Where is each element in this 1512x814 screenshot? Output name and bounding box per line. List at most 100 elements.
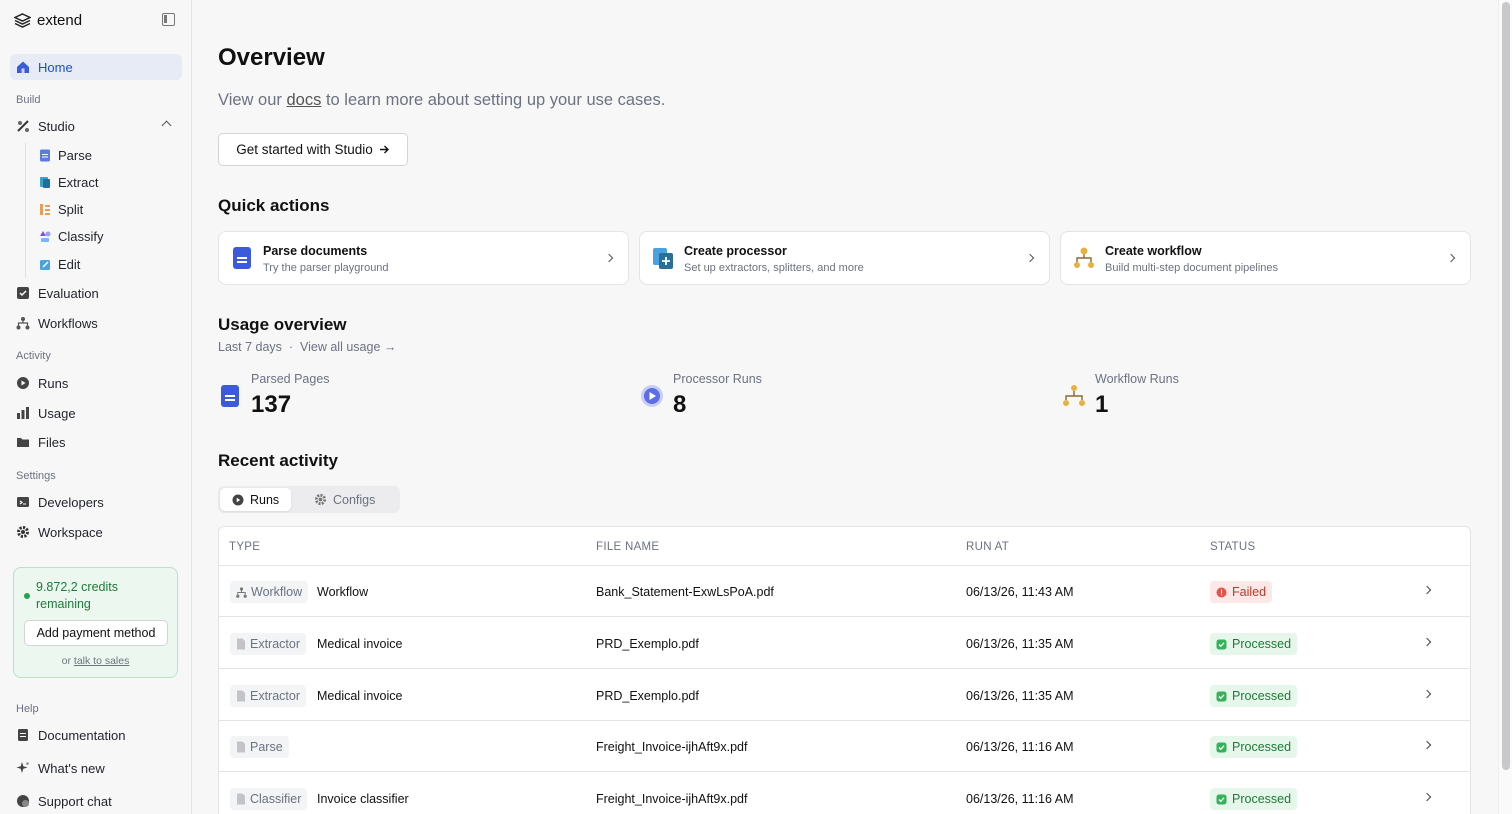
view-all-usage-link[interactable]: View all usage →	[300, 340, 396, 354]
status-label: Processed	[1232, 689, 1292, 703]
status-label: Failed	[1232, 585, 1267, 599]
brand-name: extend	[37, 11, 83, 29]
run-at: 06/13/26, 11:35 AM	[966, 637, 1074, 651]
usage-overview-title: Usage overview	[218, 315, 347, 334]
sidebar-item-evaluation[interactable]: Evaluation	[10, 280, 182, 306]
play-icon	[232, 494, 244, 505]
type-label: Workflow	[251, 585, 303, 599]
stat-label: Workflow Runs	[1095, 372, 1179, 386]
document-icon	[16, 728, 30, 742]
row-name: Invoice classifier	[317, 792, 409, 806]
talk-to-sales-link[interactable]: talk to sales	[74, 655, 129, 667]
sidebar-item-parse[interactable]: Parse	[32, 142, 182, 168]
sidebar-item-usage[interactable]: Usage	[10, 400, 182, 426]
processor-icon	[653, 248, 673, 269]
table-row[interactable]: Workflow Workflow Bank_Statement-ExwLsPo…	[219, 566, 1470, 617]
sidebar-item-whats-new[interactable]: What's new	[10, 755, 182, 781]
file-name: PRD_Exemplo.pdf	[596, 689, 699, 703]
docs-link[interactable]: docs	[287, 91, 322, 109]
status-badge: Failed	[1210, 581, 1273, 603]
sidebar-item-label: Parse	[58, 147, 92, 163]
tab-runs[interactable]: Runs	[220, 488, 292, 511]
type-label: Extractor	[250, 637, 301, 651]
section-label-build: Build	[16, 94, 41, 106]
chevron-up-icon[interactable]	[161, 120, 172, 131]
recent-activity-table: TYPE FILE NAME RUN AT STATUS Workflow Wo…	[218, 526, 1471, 814]
status-badge: Processed	[1210, 685, 1298, 707]
stat-value: 1	[1095, 391, 1109, 418]
chevron-right-icon[interactable]	[1422, 585, 1432, 595]
sidebar-item-classify[interactable]: Classify	[32, 223, 182, 249]
chevron-right-icon	[604, 253, 614, 263]
workflow-runs-icon	[1063, 385, 1085, 406]
quick-action-parse-documents[interactable]: Parse documents Try the parser playgroun…	[218, 231, 629, 285]
table-row[interactable]: Parse Freight_Invoice-ijhAft9x.pdf 06/13…	[219, 721, 1470, 772]
column-header-file-name[interactable]: FILE NAME	[596, 541, 659, 553]
home-icon	[16, 60, 30, 74]
column-header-status[interactable]: STATUS	[1210, 541, 1255, 553]
chevron-right-icon	[1025, 253, 1035, 263]
gear-icon	[314, 493, 327, 506]
usage-meta: Last 7 days · View all usage →	[218, 340, 396, 354]
usage-range: Last 7 days	[218, 340, 282, 354]
table-row[interactable]: Extractor Medical invoice PRD_Exemplo.pd…	[219, 670, 1470, 721]
arrow-right-icon	[379, 145, 389, 154]
add-payment-method-button[interactable]: Add payment method	[24, 620, 168, 646]
sidebar-item-studio[interactable]: Studio	[10, 113, 182, 139]
tab-configs[interactable]: Configs	[302, 488, 387, 511]
status-label: Processed	[1232, 740, 1292, 754]
collapse-sidebar-icon[interactable]	[162, 13, 175, 26]
sidebar-item-home[interactable]: Home	[10, 54, 182, 80]
qa-title: Create workflow	[1105, 244, 1202, 258]
qa-desc: Build multi-step document pipelines	[1105, 262, 1279, 274]
sidebar-item-edit[interactable]: Edit	[32, 251, 182, 277]
chevron-right-icon[interactable]	[1422, 689, 1432, 699]
status-label: Processed	[1232, 792, 1292, 806]
quick-action-create-workflow[interactable]: Create workflow Build multi-step documen…	[1060, 231, 1471, 285]
table-row[interactable]: Classifier Invoice classifier Freight_In…	[219, 773, 1470, 814]
quick-action-create-processor[interactable]: Create processor Set up extractors, spli…	[639, 231, 1050, 285]
brand[interactable]: extend	[14, 10, 82, 30]
get-started-studio-button[interactable]: Get started with Studio	[218, 133, 408, 166]
sidebar-item-workspace[interactable]: Workspace	[10, 519, 182, 545]
document-icon	[237, 638, 245, 650]
sidebar-item-documentation[interactable]: Documentation	[10, 722, 182, 748]
type-label: Classifier	[250, 792, 302, 806]
file-name: Freight_Invoice-ijhAft9x.pdf	[596, 792, 748, 806]
sidebar-item-label: Documentation	[38, 727, 126, 743]
stat-label: Parsed Pages	[251, 372, 330, 386]
classify-icon	[38, 229, 52, 243]
quick-actions-title: Quick actions	[218, 196, 330, 215]
document-icon	[237, 741, 245, 753]
sidebar-item-extract[interactable]: Extract	[32, 169, 182, 195]
sidebar-item-split[interactable]: Split	[32, 196, 182, 222]
column-header-type[interactable]: TYPE	[229, 541, 260, 553]
tab-label: Runs	[250, 492, 280, 507]
parsed-pages-icon	[221, 385, 239, 407]
run-at: 06/13/26, 11:16 AM	[966, 792, 1074, 806]
activity-tabs: Runs Configs	[218, 486, 400, 513]
sidebar-item-files[interactable]: Files	[10, 429, 182, 455]
scrollbar-thumb[interactable]	[1502, 2, 1510, 770]
chevron-right-icon[interactable]	[1422, 740, 1432, 750]
sidebar-item-runs[interactable]: Runs	[10, 370, 182, 396]
credits-remaining: 9.872,2 credits remaining	[36, 580, 118, 611]
table-row[interactable]: Extractor Medical invoice PRD_Exemplo.pd…	[219, 618, 1470, 669]
sidebar-item-developers[interactable]: Developers	[10, 489, 182, 515]
play-icon	[16, 376, 30, 390]
column-header-run-at[interactable]: RUN AT	[966, 541, 1009, 553]
sidebar-item-label: Support chat	[38, 793, 112, 809]
page-subtitle: View our docs to learn more about settin…	[218, 91, 665, 110]
evaluation-icon	[16, 286, 30, 300]
type-chip: Extractor	[230, 685, 307, 707]
parse-icon	[38, 148, 52, 162]
sidebar-item-workflows[interactable]: Workflows	[10, 310, 182, 336]
tab-label: Configs	[333, 492, 376, 507]
chevron-right-icon[interactable]	[1422, 637, 1432, 647]
sidebar-item-support-chat[interactable]: Support chat	[10, 788, 182, 814]
stat-value: 137	[251, 391, 292, 418]
chevron-right-icon[interactable]	[1422, 792, 1432, 802]
status-badge: Processed	[1210, 633, 1298, 655]
page-scrollbar[interactable]	[1498, 0, 1512, 814]
status-badge: Processed	[1210, 788, 1298, 810]
